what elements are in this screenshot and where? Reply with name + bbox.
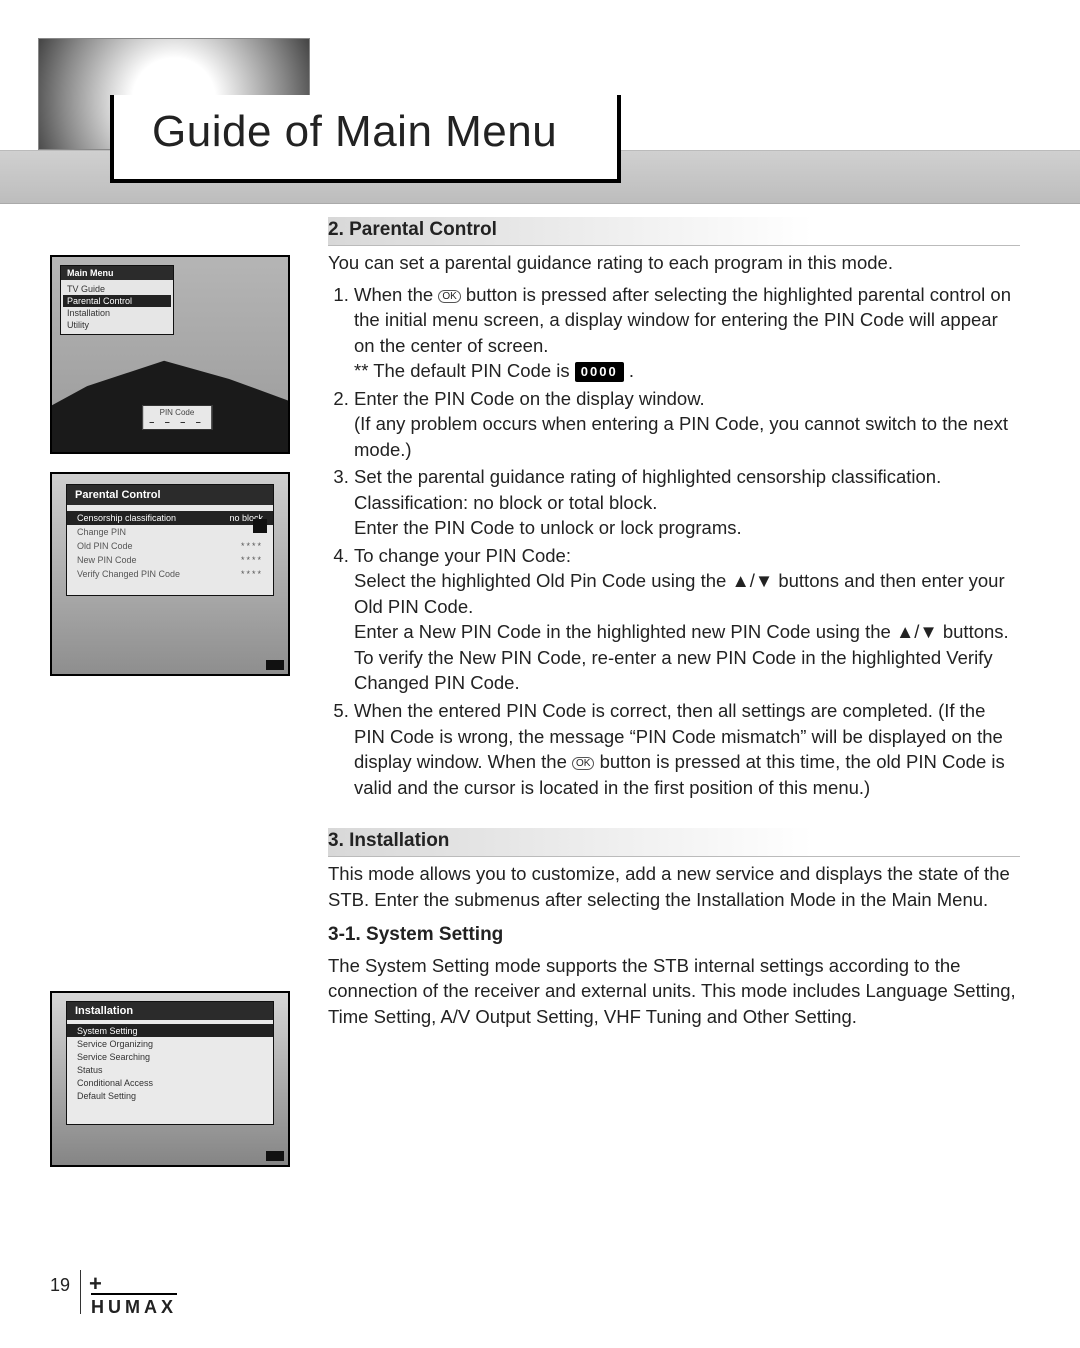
osd-row: Change PIN	[67, 525, 273, 539]
step-3: Set the parental guidance rating of high…	[354, 464, 1020, 541]
installation-intro: This mode allows you to customize, add a…	[328, 861, 1020, 912]
menu-item-highlighted: Parental Control	[63, 295, 171, 307]
osd-row-highlighted: Censorship classification no block	[67, 511, 273, 525]
parental-intro: You can set a parental guidance rating t…	[328, 250, 1020, 276]
content-column: 2. Parental Control You can set a parent…	[328, 215, 1020, 1035]
osd-title: Main Menu	[61, 266, 173, 280]
osd-row: Old PIN Code ****	[67, 539, 273, 553]
manual-page: Guide of Main Menu Main Menu TV Guide Pa…	[0, 0, 1080, 1348]
parental-steps: When the OK button is pressed after sele…	[332, 282, 1020, 800]
corner-indicator	[266, 660, 284, 670]
osd-title: Parental Control	[67, 485, 273, 505]
menu-item: Installation	[67, 307, 167, 319]
title-frame: Guide of Main Menu	[110, 95, 621, 183]
step-5: When the entered PIN Code is correct, th…	[354, 698, 1020, 800]
page-footer: 19 + HUMAX	[50, 1270, 177, 1318]
osd-row: Service Searching	[67, 1050, 273, 1063]
osd-row: Status	[67, 1063, 273, 1076]
default-pin-badge: 0000	[575, 362, 624, 382]
screenshot-installation: Installation System Setting Service Orga…	[50, 991, 290, 1167]
osd-row: Service Organizing	[67, 1037, 273, 1050]
lock-icon	[253, 519, 267, 533]
page-title: Guide of Main Menu	[152, 107, 557, 157]
screenshot-parental-control: Parental Control Censorship classificati…	[50, 472, 290, 676]
corner-indicator	[266, 1151, 284, 1161]
osd-row: Default Setting	[67, 1089, 273, 1102]
osd-title: Installation	[67, 1002, 273, 1020]
osd-row: Verify Changed PIN Code ****	[67, 567, 273, 581]
footer-divider	[80, 1270, 81, 1314]
ok-icon: OK	[572, 757, 594, 770]
plus-icon: +	[89, 1277, 177, 1291]
subsection-heading-system-setting: 3-1. System Setting	[328, 922, 1020, 948]
section-heading-parental: 2. Parental Control	[328, 217, 1020, 246]
system-setting-body: The System Setting mode supports the STB…	[328, 953, 1020, 1030]
pin-entry-box: PIN Code – – – –	[142, 405, 212, 430]
section-heading-installation: 3. Installation	[328, 828, 1020, 857]
osd-row: New PIN Code ****	[67, 553, 273, 567]
screenshot-main-menu: Main Menu TV Guide Parental Control Inst…	[50, 255, 290, 454]
screenshots-column: Main Menu TV Guide Parental Control Inst…	[50, 215, 300, 1035]
osd-main-menu: Main Menu TV Guide Parental Control Inst…	[60, 265, 174, 335]
step-2: Enter the PIN Code on the display window…	[354, 386, 1020, 463]
osd-row: Conditional Access	[67, 1076, 273, 1089]
menu-item: TV Guide	[67, 283, 167, 295]
osd-row-highlighted: System Setting	[67, 1024, 273, 1037]
brand-logo: HUMAX	[91, 1293, 177, 1318]
step-4: To change your PIN Code: Select the high…	[354, 543, 1020, 696]
menu-item: Utility	[67, 319, 167, 331]
step-1: When the OK button is pressed after sele…	[354, 282, 1020, 384]
page-number: 19	[50, 1275, 70, 1318]
ok-icon: OK	[438, 290, 460, 303]
